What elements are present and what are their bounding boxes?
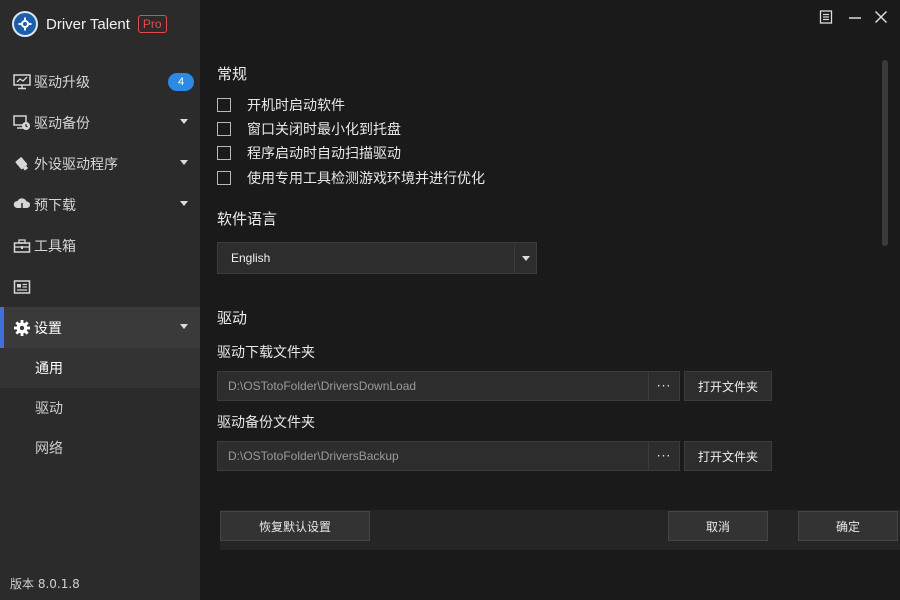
update-count-badge: 4 [168,73,194,91]
toolbox-icon [12,236,32,256]
sidebar-item-label: 外设驱动程序 [34,156,118,173]
sidebar-subitem-network[interactable]: 网络 [0,428,200,468]
sidebar: Driver Talent Pro 驱动升级 4 驱动备份 外设驱动程序 预下载… [0,0,200,600]
menu-icon[interactable] [817,8,835,26]
download-folder-input[interactable]: D:\OSTotoFolder\DriversDownLoad [217,371,649,401]
app-name: Driver Talent [46,15,130,33]
open-download-folder-button[interactable]: 打开文件夹 [684,371,772,401]
option-label: 程序启动时自动扫描驱动 [247,146,401,162]
language-section-title: 软件语言 [217,210,278,228]
close-icon[interactable] [872,8,890,26]
chevron-down-icon [180,324,188,329]
option-label: 使用专用工具检测游戏环境并进行优化 [247,171,485,187]
driver-section-title: 驱动 [217,309,248,327]
option-label: 窗口关闭时最小化到托盘 [247,122,401,138]
peripheral-icon [12,154,32,174]
confirm-button[interactable]: 确定 [798,511,898,541]
chevron-down-icon [521,255,530,261]
sidebar-item-label: 驱动升级 [34,74,90,91]
backup-icon [12,113,32,133]
backup-folder-label: 驱动备份文件夹 [217,415,315,431]
language-select[interactable]: English [217,242,537,274]
sidebar-item-peripheral-drivers[interactable]: 外设驱动程序 [0,143,200,184]
news-icon [12,277,32,297]
gear-icon [12,318,32,338]
sidebar-item-news[interactable] [0,266,200,307]
option-auto-scan[interactable]: 程序启动时自动扫描驱动 [217,144,401,162]
chevron-down-icon [180,119,188,124]
settings-panel: 常规 开机时启动软件 窗口关闭时最小化到托盘 程序启动时自动扫描驱动 使用专用工… [200,0,900,600]
download-folder-label: 驱动下载文件夹 [217,345,315,361]
browse-backup-folder-button[interactable]: ··· [648,441,680,471]
sidebar-item-toolbox[interactable]: 工具箱 [0,225,200,266]
scrollbar[interactable] [882,60,888,246]
checkbox[interactable] [217,98,231,112]
option-label: 开机时启动软件 [247,98,345,114]
sidebar-item-pre-download[interactable]: 预下载 [0,184,200,225]
sidebar-item-label: 设置 [34,320,62,337]
monitor-icon [12,72,32,92]
scrollbar-thumb[interactable] [882,60,888,246]
minimize-icon[interactable] [846,8,864,26]
cloud-download-icon [12,195,32,215]
driver-talent-logo-icon [12,11,38,37]
option-minimize-to-tray[interactable]: 窗口关闭时最小化到托盘 [217,120,401,138]
sidebar-item-label: 驱动备份 [34,115,90,132]
option-game-optimize[interactable]: 使用专用工具检测游戏环境并进行优化 [217,169,485,187]
language-select-value: English [231,251,271,265]
more-icon: ··· [656,379,672,393]
chevron-down-icon [180,201,188,206]
restore-defaults-button[interactable]: 恢复默认设置 [220,511,370,541]
sidebar-subitem-driver[interactable]: 驱动 [0,388,200,428]
sidebar-item-settings[interactable]: 设置 [0,307,200,348]
sidebar-item-driver-backup[interactable]: 驱动备份 [0,102,200,143]
sidebar-nav: 驱动升级 4 驱动备份 外设驱动程序 预下载 工具箱 设置 通用 驱动 网络 [0,61,200,468]
pro-badge: Pro [137,15,167,33]
sidebar-item-label: 工具箱 [34,238,76,255]
open-backup-folder-button[interactable]: 打开文件夹 [684,441,772,471]
option-start-on-boot[interactable]: 开机时启动软件 [217,96,345,114]
version-label: 版本 8.0.1.8 [10,577,80,591]
sidebar-item-driver-update[interactable]: 驱动升级 4 [0,61,200,102]
sidebar-subitem-general[interactable]: 通用 [0,348,200,388]
checkbox[interactable] [217,171,231,185]
backup-folder-input[interactable]: D:\OSTotoFolder\DriversBackup [217,441,649,471]
checkbox[interactable] [217,122,231,136]
sidebar-item-label: 预下载 [34,197,76,214]
dropdown-button[interactable] [514,243,536,273]
browse-download-folder-button[interactable]: ··· [648,371,680,401]
cancel-button[interactable]: 取消 [668,511,768,541]
more-icon: ··· [656,449,672,463]
chevron-down-icon [180,160,188,165]
app-window: Driver Talent Pro 驱动升级 4 驱动备份 外设驱动程序 预下载… [0,0,900,600]
general-section-title: 常规 [217,65,248,83]
checkbox[interactable] [217,146,231,160]
brand: Driver Talent Pro [12,10,198,38]
